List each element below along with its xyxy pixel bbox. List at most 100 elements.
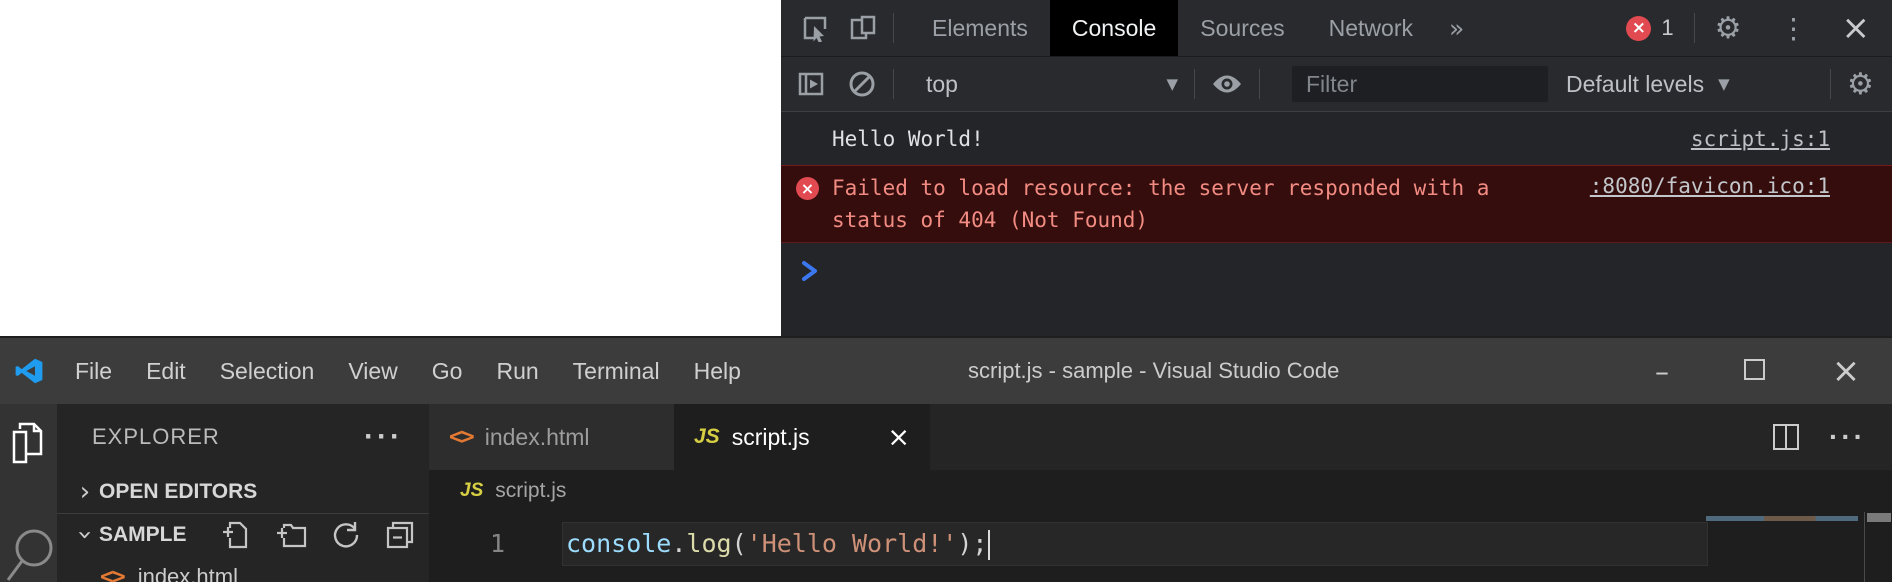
code-token: 'Hello World!' <box>747 529 958 558</box>
vscode-logo-icon[interactable] <box>14 356 44 386</box>
console-error-text: Failed to load resource: the server resp… <box>832 172 1532 236</box>
inspect-element-icon[interactable] <box>801 14 829 42</box>
menu-selection[interactable]: Selection <box>203 358 332 385</box>
error-icon: × <box>796 177 819 200</box>
collapse-folders-icon[interactable] <box>385 520 415 550</box>
maximize-button[interactable] <box>1708 355 1800 387</box>
menu-edit[interactable]: Edit <box>129 358 203 385</box>
code-token: console <box>566 529 671 558</box>
code-editor[interactable]: 1 console.log('Hello World!'); <box>429 512 1892 582</box>
log-levels-value: Default levels <box>1566 71 1704 98</box>
more-tabs-icon[interactable]: » <box>1449 14 1464 43</box>
filter-input[interactable] <box>1292 66 1548 102</box>
scrollbar-thumb[interactable] <box>1867 513 1891 522</box>
maximize-icon <box>1744 359 1765 380</box>
explorer-header-label: EXPLORER <box>92 424 220 450</box>
editor-tabbar: <> index.html JS script.js × ··· <box>429 404 1892 470</box>
tab-close-icon[interactable]: × <box>887 422 910 453</box>
breadcrumb-label: script.js <box>495 479 566 503</box>
console-prompt[interactable] <box>781 243 1892 283</box>
menu-run[interactable]: Run <box>479 358 555 385</box>
browser-page <box>0 0 781 336</box>
chevron-down-icon: › <box>70 521 100 549</box>
scrollbar-track <box>1864 512 1865 582</box>
html-file-icon: <> <box>100 564 124 582</box>
close-button[interactable]: × <box>1800 351 1892 391</box>
js-file-icon: JS <box>694 425 720 449</box>
editor-more-actions-icon[interactable]: ··· <box>1829 421 1866 453</box>
explorer-files-icon[interactable] <box>10 422 48 464</box>
tab-label: index.html <box>485 424 590 451</box>
console-log-text: Hello World! <box>832 127 1691 151</box>
minimize-button[interactable]: – <box>1616 355 1708 388</box>
console-log-source-link[interactable]: script.js:1 <box>1691 127 1830 151</box>
console-toolbar: top ▼ Default levels ▼ ⚙ <box>781 57 1892 112</box>
tab-console[interactable]: Console <box>1050 0 1178 56</box>
vscode-titlebar: File Edit Selection View Go Run Terminal… <box>0 338 1892 404</box>
explorer-sidebar: EXPLORER ··· › OPEN EDITORS › SAMPLE <box>57 404 429 582</box>
file-item-index-html[interactable]: <> index.html <box>57 556 429 582</box>
context-selector[interactable]: top ▼ <box>910 71 1178 98</box>
folder-section-sample[interactable]: › SAMPLE <box>57 514 429 556</box>
vscode-window: File Edit Selection View Go Run Terminal… <box>0 336 1892 582</box>
divider <box>1259 69 1260 99</box>
console-messages: Hello World! script.js:1 × Failed to loa… <box>781 112 1892 283</box>
divider <box>1194 69 1195 99</box>
code-token: ( <box>732 529 747 558</box>
divider <box>1694 13 1695 43</box>
tab-script-js[interactable]: JS script.js × <box>674 404 930 470</box>
breadcrumb[interactable]: JS script.js <box>429 470 1892 512</box>
chevron-down-icon: ▼ <box>1166 75 1178 93</box>
devtools-close-icon[interactable]: × <box>1842 8 1871 48</box>
console-sidebar-icon[interactable] <box>797 70 825 98</box>
menu-terminal[interactable]: Terminal <box>556 358 677 385</box>
settings-gear-icon[interactable]: ⚙ <box>1715 11 1742 46</box>
html-file-icon: <> <box>449 424 473 450</box>
code-line-1: console.log('Hello World!'); <box>566 522 990 566</box>
new-folder-icon[interactable] <box>275 520 307 550</box>
new-file-icon[interactable] <box>221 520 251 550</box>
error-count-badge-icon[interactable]: × <box>1626 16 1651 41</box>
editor-group: <> index.html JS script.js × ··· JS <box>429 404 1892 582</box>
devtools-panel: Elements Console Sources Network » × 1 ⚙… <box>781 0 1892 336</box>
tab-label: script.js <box>732 424 810 451</box>
context-selector-value: top <box>926 71 958 98</box>
split-editor-icon[interactable] <box>1773 424 1799 450</box>
console-error-source-link[interactable]: :8080/favicon.ico:1 <box>1590 174 1830 198</box>
prompt-chevron-icon <box>800 259 1892 283</box>
menu-file[interactable]: File <box>58 358 129 385</box>
tab-elements[interactable]: Elements <box>910 0 1050 56</box>
chevron-right-icon: › <box>71 477 99 507</box>
log-levels-selector[interactable]: Default levels ▼ <box>1566 71 1738 98</box>
search-icon[interactable] <box>4 524 54 582</box>
folder-label: SAMPLE <box>99 523 187 547</box>
menu-view[interactable]: View <box>331 358 414 385</box>
error-count[interactable]: 1 <box>1661 15 1673 41</box>
screen: Elements Console Sources Network » × 1 ⚙… <box>0 0 1892 582</box>
explorer-more-actions-icon[interactable]: ··· <box>364 420 403 454</box>
explorer-header: EXPLORER ··· <box>57 404 429 470</box>
text-cursor <box>988 530 990 560</box>
file-item-label: index.html <box>138 564 238 582</box>
divider <box>893 13 894 43</box>
device-toolbar-icon[interactable] <box>849 14 877 42</box>
menu-help[interactable]: Help <box>677 358 758 385</box>
divider <box>1830 69 1831 99</box>
console-log-row: Hello World! script.js:1 <box>781 112 1892 165</box>
menu-go[interactable]: Go <box>415 358 480 385</box>
console-settings-gear-icon[interactable]: ⚙ <box>1847 67 1874 102</box>
divider <box>893 69 894 99</box>
js-file-icon: JS <box>460 480 483 502</box>
refresh-icon[interactable] <box>331 520 361 550</box>
code-token: ; <box>972 529 987 558</box>
tab-index-html[interactable]: <> index.html <box>429 404 674 470</box>
eye-icon[interactable] <box>1211 72 1243 96</box>
minimap <box>1706 516 1858 521</box>
chevron-down-icon: ▼ <box>1718 75 1730 93</box>
console-error-row: × Failed to load resource: the server re… <box>781 165 1892 243</box>
open-editors-section[interactable]: › OPEN EDITORS <box>57 470 429 514</box>
tab-sources[interactable]: Sources <box>1178 0 1306 56</box>
devtools-menu-icon[interactable]: ⋮ <box>1780 12 1808 45</box>
clear-console-icon[interactable] <box>847 69 877 99</box>
tab-network[interactable]: Network <box>1307 0 1435 56</box>
